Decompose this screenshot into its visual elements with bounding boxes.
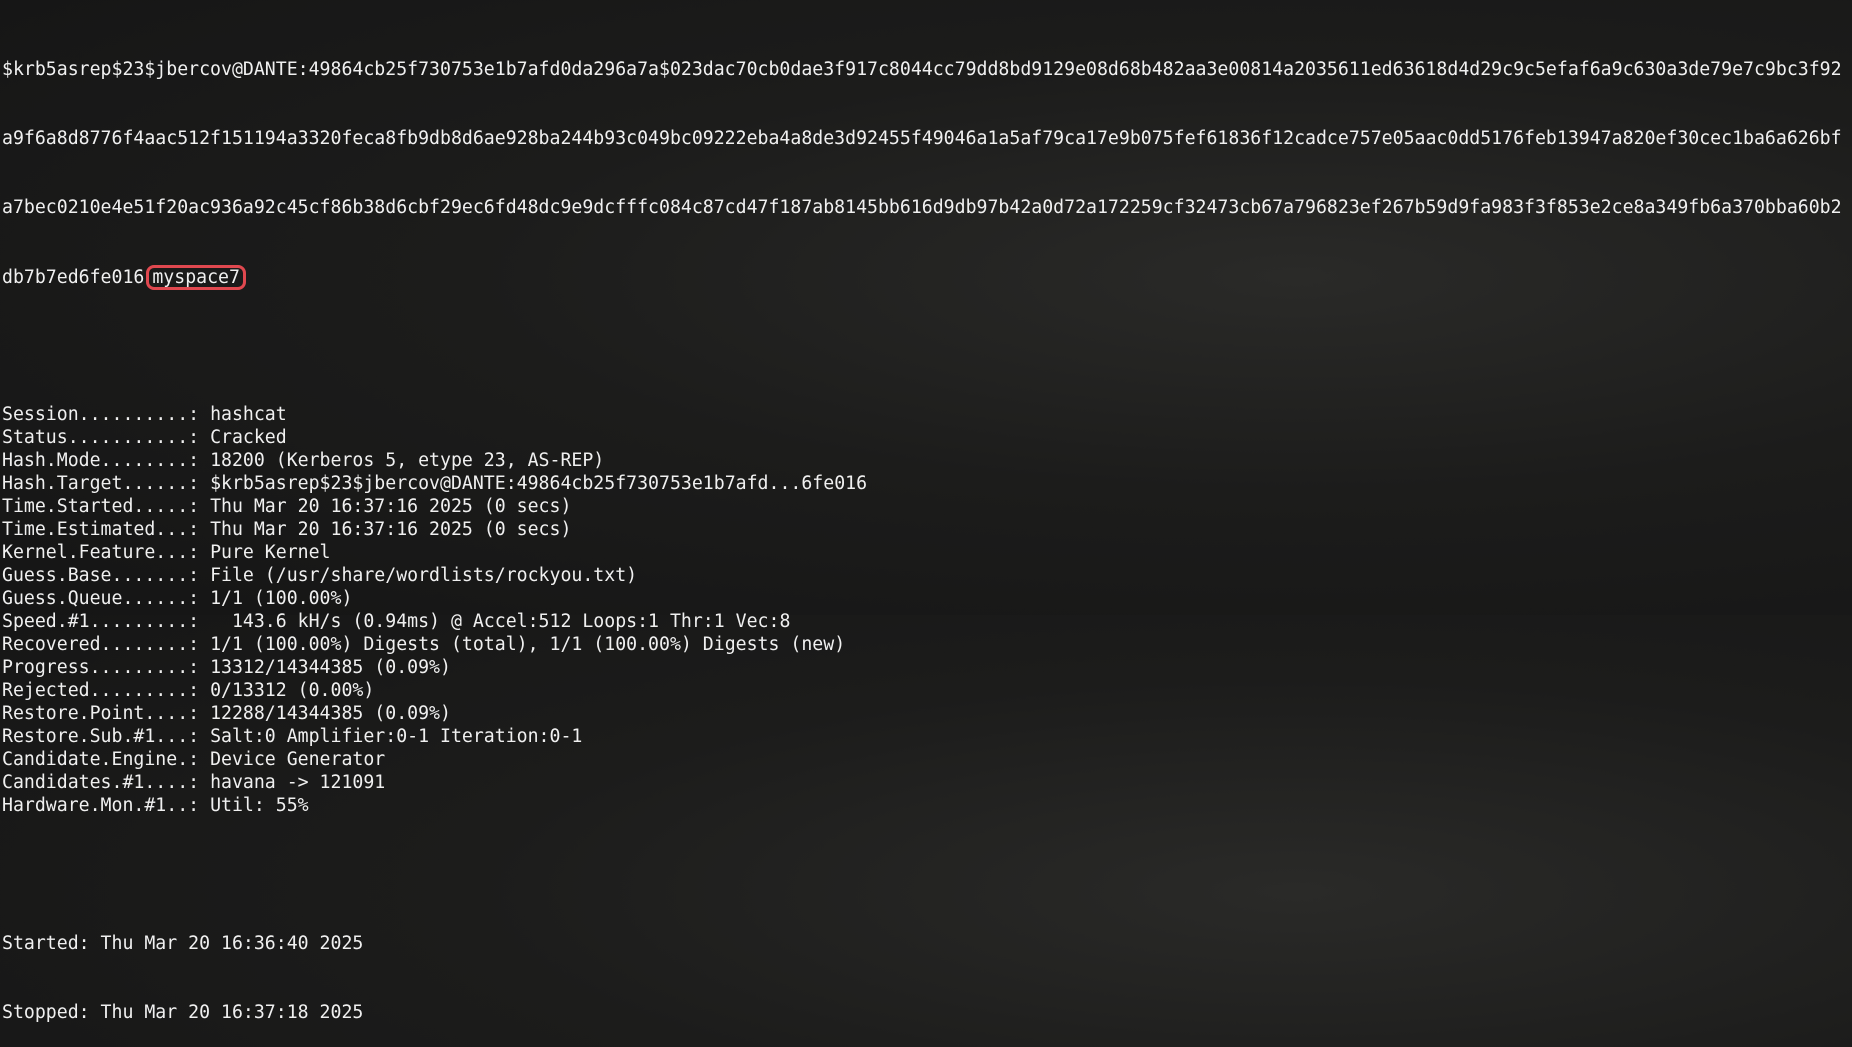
status-line: Kernel.Feature...: Pure Kernel <box>2 541 1850 564</box>
status-label: Time.Estimated...: <box>2 519 200 540</box>
status-value: Thu Mar 20 16:37:16 2025 (0 secs) <box>210 496 572 517</box>
status-line: Hash.Target......: $krb5asrep$23$jbercov… <box>2 472 1850 495</box>
status-value: 13312/14344385 (0.09%) <box>210 657 451 678</box>
status-line: Restore.Sub.#1...: Salt:0 Amplifier:0-1 … <box>2 725 1850 748</box>
status-label: Time.Started.....: <box>2 496 200 517</box>
status-label: Hash.Target......: <box>2 473 200 494</box>
status-value: 18200 (Kerberos 5, etype 23, AS-REP) <box>210 450 605 471</box>
status-label: Guess.Base.......: <box>2 565 200 586</box>
status-label: Restore.Sub.#1...: <box>2 726 200 747</box>
status-line: Session..........: hashcat <box>2 403 1850 426</box>
status-line: Guess.Base.......: File (/usr/share/word… <box>2 564 1850 587</box>
status-block: Session..........: hashcat Status........… <box>2 403 1850 817</box>
status-value: 143.6 kH/s (0.94ms) @ Accel:512 Loops:1 … <box>210 611 791 632</box>
terminal-output: $krb5asrep$23$jbercov@DANTE:49864cb25f73… <box>2 12 1850 1047</box>
status-value: havana -> 121091 <box>210 772 386 793</box>
status-value: hashcat <box>210 404 287 425</box>
status-label: Guess.Queue......: <box>2 588 200 609</box>
status-label: Kernel.Feature...: <box>2 542 200 563</box>
status-line: Recovered........: 1/1 (100.00%) Digests… <box>2 633 1850 656</box>
status-value: Salt:0 Amplifier:0-1 Iteration:0-1 <box>210 726 583 747</box>
status-value: $krb5asrep$23$jbercov@DANTE:49864cb25f73… <box>210 473 868 494</box>
status-line: Time.Started.....: Thu Mar 20 16:37:16 2… <box>2 495 1850 518</box>
status-label: Status...........: <box>2 427 200 448</box>
status-line: Time.Estimated...: Thu Mar 20 16:37:16 2… <box>2 518 1850 541</box>
status-label: Candidate.Engine.: <box>2 749 200 770</box>
status-line: Candidate.Engine.: Device Generator <box>2 748 1850 771</box>
status-line: Hash.Mode........: 18200 (Kerberos 5, et… <box>2 449 1850 472</box>
status-value: 0/13312 (0.00%) <box>210 680 375 701</box>
status-line: Hardware.Mon.#1..: Util: 55% <box>2 794 1850 817</box>
stopped-line: Stopped: Thu Mar 20 16:37:18 2025 <box>2 1002 364 1023</box>
started-line: Started: Thu Mar 20 16:36:40 2025 <box>2 933 364 954</box>
status-value: File (/usr/share/wordlists/rockyou.txt) <box>210 565 638 586</box>
hash-line-4: db7b7ed6fe016 myspace7 <box>2 265 1850 290</box>
status-value: Thu Mar 20 16:37:16 2025 (0 secs) <box>210 519 572 540</box>
hash-line-2: a9f6a8d8776f4aac512f151194a3320feca8fb9d… <box>2 128 1842 149</box>
status-label: Hash.Mode........: <box>2 450 200 471</box>
cracked-password-highlight: myspace7 <box>146 265 246 290</box>
hash-line-1: $krb5asrep$23$jbercov@DANTE:49864cb25f73… <box>2 59 1842 80</box>
status-value: Pure Kernel <box>210 542 331 563</box>
status-line: Status...........: Cracked <box>2 426 1850 449</box>
status-line: Rejected.........: 0/13312 (0.00%) <box>2 679 1850 702</box>
status-label: Session..........: <box>2 404 200 425</box>
status-line: Candidates.#1....: havana -> 121091 <box>2 771 1850 794</box>
status-value: Cracked <box>210 427 287 448</box>
status-line: Guess.Queue......: 1/1 (100.00%) <box>2 587 1850 610</box>
status-label: Hardware.Mon.#1..: <box>2 795 200 816</box>
status-label: Restore.Point....: <box>2 703 200 724</box>
hash-line-4-prefix: db7b7ed6fe016 <box>2 267 145 288</box>
status-value: 1/1 (100.00%) Digests (total), 1/1 (100.… <box>210 634 846 655</box>
status-label: Rejected.........: <box>2 680 200 701</box>
status-value: Device Generator <box>210 749 386 770</box>
status-value: 1/1 (100.00%) <box>210 588 353 609</box>
status-line: Progress.........: 13312/14344385 (0.09%… <box>2 656 1850 679</box>
status-label: Candidates.#1....: <box>2 772 200 793</box>
status-value: Util: 55% <box>210 795 309 816</box>
status-line: Restore.Point....: 12288/14344385 (0.09%… <box>2 702 1850 725</box>
status-line: Speed.#1.........: 143.6 kH/s (0.94ms) @… <box>2 610 1850 633</box>
status-label: Recovered........: <box>2 634 200 655</box>
status-label: Progress.........: <box>2 657 200 678</box>
status-value: 12288/14344385 (0.09%) <box>210 703 451 724</box>
hash-line-3: a7bec0210e4e51f20ac936a92c45cf86b38d6cbf… <box>2 197 1842 218</box>
status-label: Speed.#1.........: <box>2 611 200 632</box>
